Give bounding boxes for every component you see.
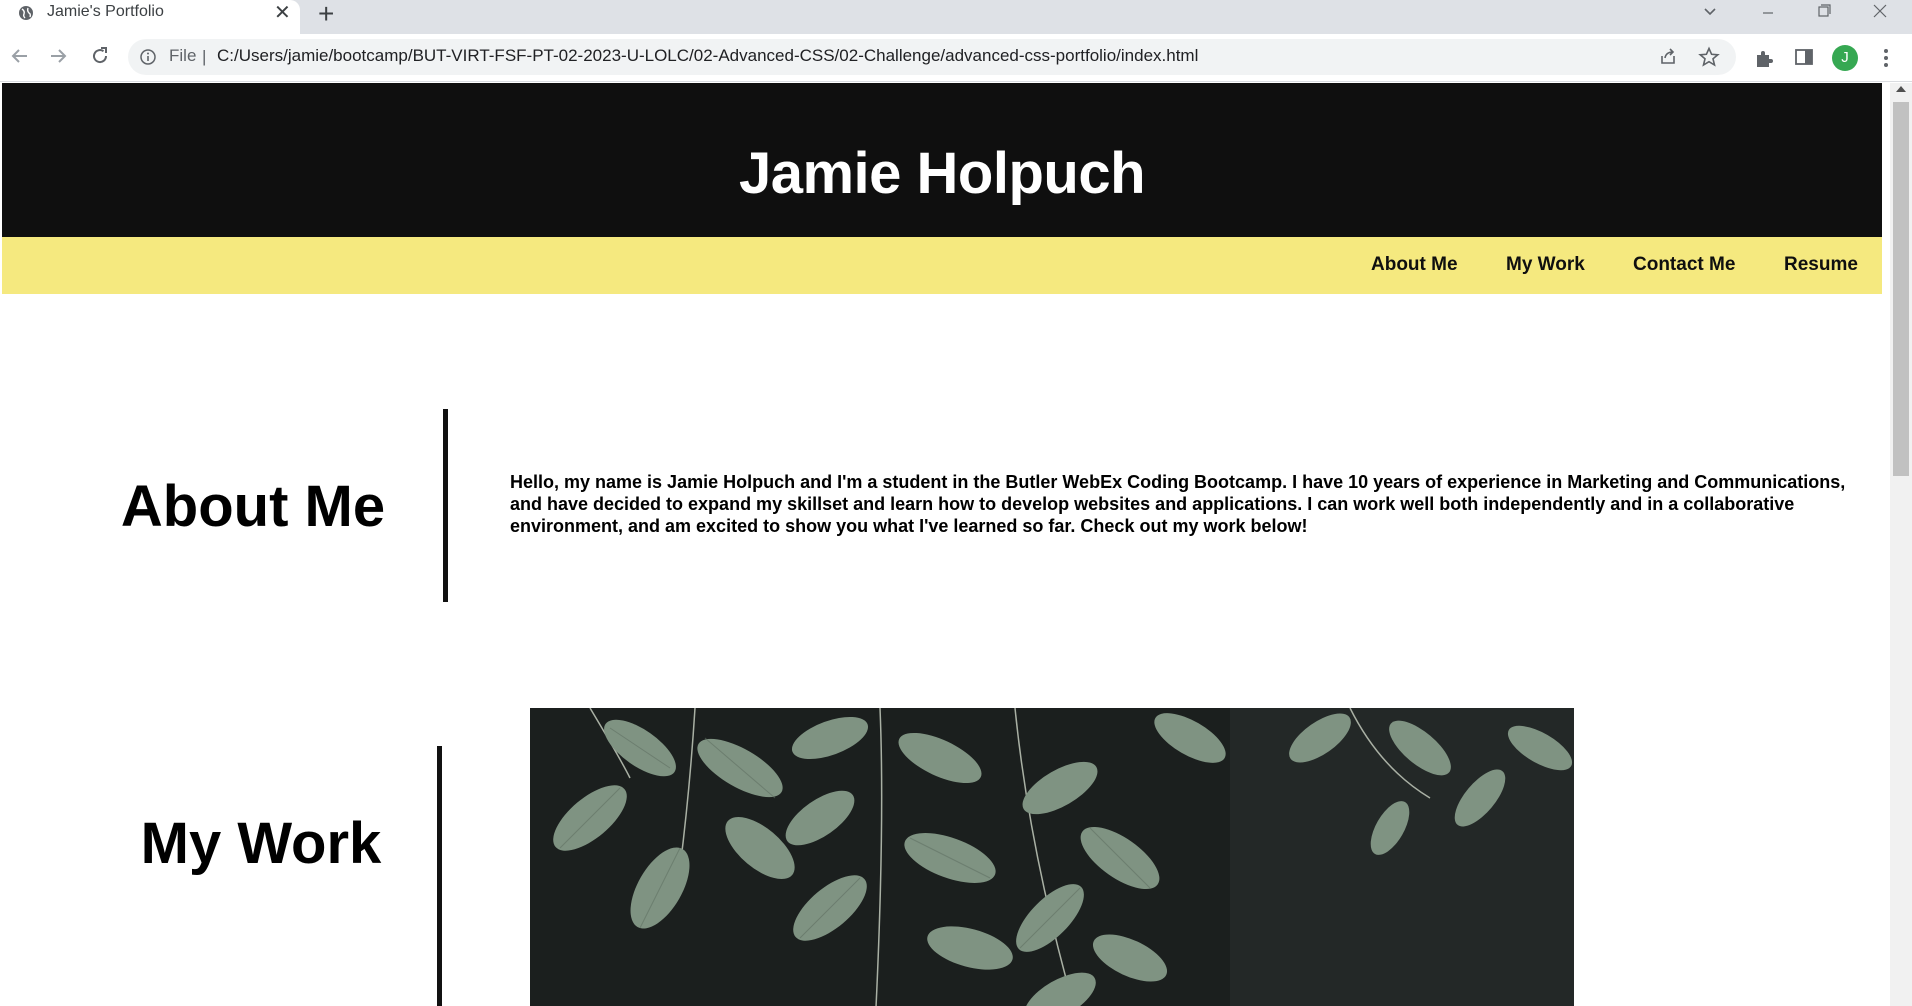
nav-link-about-me[interactable]: About Me	[1371, 254, 1458, 276]
work-heading: My Work	[140, 811, 382, 876]
scroll-up-arrow-icon[interactable]	[1896, 86, 1906, 92]
leaves-image	[530, 708, 1574, 1006]
about-text: Hello, my name is Jamie Holpuch and I'm …	[510, 472, 1846, 536]
chevron-down-icon[interactable]	[1700, 2, 1720, 22]
tab-strip: Jamie's Portfolio ✕ +	[0, 0, 1912, 34]
address-bar[interactable]: File | C:/Users/jamie/bootcamp/BUT-VIRT-…	[128, 39, 1736, 75]
profile-avatar[interactable]: J	[1832, 45, 1858, 71]
site-nav: About Me My Work Contact Me Resume	[2, 237, 1882, 294]
scrollbar[interactable]	[1890, 83, 1912, 1006]
browser-toolbar: File | C:/Users/jamie/bootcamp/BUT-VIRT-…	[0, 34, 1912, 82]
share-icon[interactable]	[1658, 47, 1678, 67]
minimize-icon[interactable]	[1740, 0, 1796, 26]
globe-icon	[19, 6, 33, 20]
nav-link-resume[interactable]: Resume	[1784, 254, 1858, 276]
info-icon[interactable]	[140, 49, 156, 65]
window-close-icon[interactable]	[1852, 0, 1908, 26]
site-title: Jamie Holpuch	[738, 141, 1146, 206]
page-viewport: Jamie Holpuch About Me My Work Contact M…	[0, 83, 1912, 1006]
nav-link-contact-me[interactable]: Contact Me	[1633, 254, 1735, 276]
tab-title: Jamie's Portfolio	[47, 3, 164, 20]
side-panel-icon[interactable]	[1794, 47, 1814, 67]
nav-link-my-work[interactable]: My Work	[1506, 254, 1585, 276]
browser-tab[interactable]: Jamie's Portfolio ✕	[0, 0, 300, 34]
work-divider	[437, 746, 442, 1006]
scroll-thumb[interactable]	[1893, 102, 1909, 476]
url-separator: |	[202, 47, 207, 66]
forward-arrow-icon[interactable]	[46, 44, 70, 68]
about-heading: About Me	[120, 474, 386, 539]
kebab-menu-icon[interactable]	[1876, 46, 1896, 70]
url-text[interactable]: C:/Users/jamie/bootcamp/BUT-VIRT-FSF-PT-…	[217, 46, 1198, 66]
close-icon[interactable]: ✕	[274, 2, 291, 24]
reload-icon[interactable]	[88, 44, 112, 68]
about-divider	[443, 409, 448, 602]
featured-work-image[interactable]	[530, 708, 1574, 1006]
back-arrow-icon[interactable]	[8, 44, 32, 68]
new-tab-icon[interactable]: +	[318, 0, 334, 28]
url-scheme-label: File	[169, 46, 197, 65]
extensions-puzzle-icon[interactable]	[1753, 47, 1775, 69]
bookmark-star-icon[interactable]	[1698, 46, 1720, 68]
restore-icon[interactable]	[1796, 0, 1852, 26]
